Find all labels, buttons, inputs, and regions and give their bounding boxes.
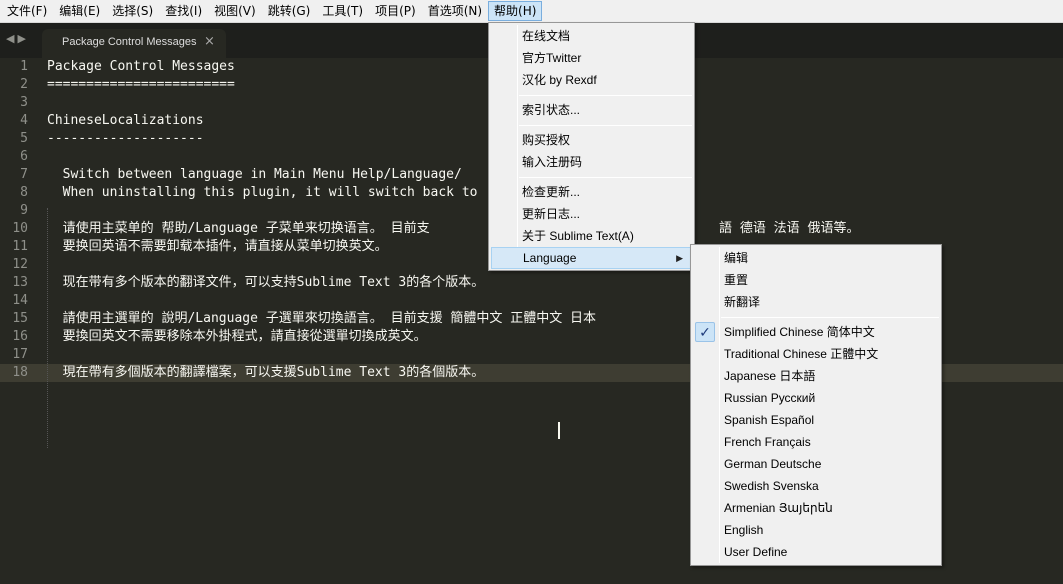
menu-item-reset[interactable]: 重置 <box>693 269 939 291</box>
line-number: 9 <box>20 203 28 218</box>
line-number: 1 <box>20 59 28 74</box>
code-line-text: When uninstalling this plugin, it will s… <box>47 185 478 200</box>
menu-item-lang-simplified-chinese[interactable]: ✓ Simplified Chinese 简体中文 <box>693 321 939 343</box>
menu-selection[interactable]: 选择(S) <box>106 1 159 21</box>
menu-item-lang-russian[interactable]: Russian Русский <box>693 387 939 409</box>
menu-item-changelog[interactable]: 更新日志... <box>491 203 692 225</box>
line-number: 7 <box>20 167 28 182</box>
menu-item-language[interactable]: Language ▶ <box>491 247 692 269</box>
code-line-text: Package Control Messages <box>47 59 235 74</box>
code-line-text: 現在帶有多個版本的翻譯檔案，可以支援Sublime Text 3的各個版本。 <box>47 365 485 380</box>
chevron-left-icon[interactable]: ◀ <box>6 32 17 45</box>
line-number: 2 <box>20 77 28 92</box>
menu-help[interactable]: 帮助(H) <box>488 1 543 21</box>
menu-item-lang-german[interactable]: German Deutsche <box>693 453 939 475</box>
menu-item-online-docs[interactable]: 在线文档 <box>491 25 692 47</box>
menu-item-lang-armenian[interactable]: Armenian Յայերեն <box>693 497 939 519</box>
line-number: 17 <box>12 347 28 362</box>
menu-project[interactable]: 项目(P) <box>369 1 422 21</box>
code-line-text: 请使用主菜单的 帮助/Language 子菜单来切换语言。 目前支 <box>47 221 430 236</box>
menu-item-index-status[interactable]: 索引状态... <box>491 99 692 121</box>
menu-item-localized-by[interactable]: 汉化 by Rexdf <box>491 69 692 91</box>
line-number: 6 <box>20 149 28 164</box>
line-number: 10 <box>12 221 28 236</box>
menu-item-check-updates[interactable]: 检查更新... <box>491 181 692 203</box>
text-caret <box>558 422 560 439</box>
menu-item-lang-traditional-chinese[interactable]: Traditional Chinese 正體中文 <box>693 343 939 365</box>
line-number: 4 <box>20 113 28 128</box>
line-number: 12 <box>12 257 28 272</box>
checkmark-icon: ✓ <box>695 322 715 342</box>
menu-item-edit-translation[interactable]: 编辑 <box>693 247 939 269</box>
line-number: 15 <box>12 311 28 326</box>
line-number: 13 <box>12 275 28 290</box>
menu-item-lang-japanese[interactable]: Japanese 日本語 <box>693 365 939 387</box>
chevron-right-icon[interactable]: ▶ <box>17 32 28 45</box>
help-menu: 在线文档 官方Twitter 汉化 by Rexdf 索引状态... 购买授权 … <box>488 22 695 271</box>
code-line-text: 要換回英文不需要移除本外掛程式，請直接從選單切換成英文。 <box>47 329 427 344</box>
code-line-text: -------------------- <box>47 131 204 146</box>
menu-file[interactable]: 文件(F) <box>1 1 53 21</box>
menu-item-about[interactable]: 关于 Sublime Text(A) <box>491 225 692 247</box>
menu-item-lang-swedish[interactable]: Swedish Svenska <box>693 475 939 497</box>
menu-item-twitter[interactable]: 官方Twitter <box>491 47 692 69</box>
code-overflow-text: 語 德语 法语 俄语等。 <box>719 221 860 236</box>
menu-item-new-translation[interactable]: 新翻译 <box>693 291 939 313</box>
close-icon[interactable]: × <box>204 34 215 49</box>
menu-tools[interactable]: 工具(T) <box>316 1 369 21</box>
line-number: 3 <box>20 95 28 110</box>
tab-nav-arrows[interactable]: ◀▶ <box>6 32 29 45</box>
menu-goto[interactable]: 跳转(G) <box>262 1 317 21</box>
menu-item-enter-license[interactable]: 输入注册码 <box>491 151 692 173</box>
line-number: 14 <box>12 293 28 308</box>
menu-item-lang-spanish[interactable]: Spanish Español <box>693 409 939 431</box>
code-line-text: 要换回英语不需要卸载本插件，请直接从菜单切换英文。 <box>47 239 388 254</box>
line-number: 18 <box>12 365 28 380</box>
menu-item-lang-english[interactable]: English <box>693 519 939 541</box>
menu-view[interactable]: 视图(V) <box>208 1 262 21</box>
line-number: 11 <box>12 239 28 254</box>
code-line-text: ChineseLocalizations <box>47 113 204 128</box>
line-number: 16 <box>12 329 28 344</box>
menu-preferences[interactable]: 首选项(N) <box>422 1 488 21</box>
indent-guide <box>47 208 48 448</box>
code-line-text: ======================== <box>47 77 235 92</box>
code-line-text: 现在带有多个版本的翻译文件，可以支持Sublime Text 3的各个版本。 <box>47 275 485 290</box>
line-number: 8 <box>20 185 28 200</box>
menu-item-lang-user-define[interactable]: User Define <box>693 541 939 563</box>
code-line-text: 請使用主選單的 說明/Language 子選單來切換語言。 目前支援 簡體中文 … <box>47 311 597 326</box>
menu-edit[interactable]: 编辑(E) <box>53 1 106 21</box>
line-number: 5 <box>20 131 28 146</box>
tab-package-control-messages[interactable]: Package Control Messages × <box>42 29 226 58</box>
code-line-text: Switch between language in Main Menu Hel… <box>47 167 462 182</box>
menu-item-lang-french[interactable]: French Français <box>693 431 939 453</box>
menu-find[interactable]: 查找(I) <box>159 1 208 21</box>
submenu-arrow-icon: ▶ <box>676 253 683 263</box>
tab-title: Package Control Messages <box>62 36 197 48</box>
language-submenu: 编辑 重置 新翻译 ✓ Simplified Chinese 简体中文 Tradi… <box>690 244 942 566</box>
menu-bar: 文件(F) 编辑(E) 选择(S) 查找(I) 视图(V) 跳转(G) 工具(T… <box>0 0 1063 23</box>
menu-item-purchase-license[interactable]: 购买授权 <box>491 129 692 151</box>
